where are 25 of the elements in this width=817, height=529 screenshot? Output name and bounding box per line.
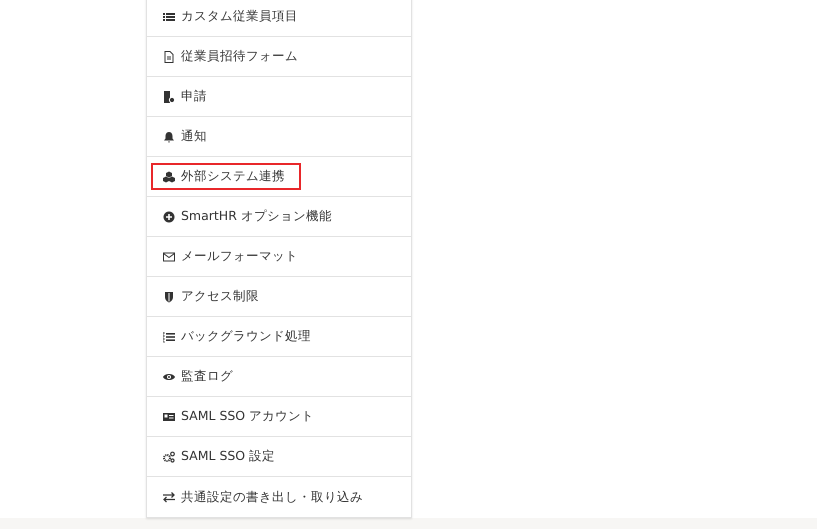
gears-icon bbox=[163, 450, 175, 462]
menu-item[interactable]: SAML SSO 設定 bbox=[151, 443, 292, 470]
arrows-icon bbox=[163, 491, 175, 503]
menu-item[interactable]: メールフォーマット bbox=[151, 243, 314, 270]
menu-item[interactable]: 従業員招待フォーム bbox=[151, 43, 314, 70]
menu-item[interactable]: SmartHR オプション機能 bbox=[151, 203, 348, 230]
bell-icon bbox=[163, 130, 175, 142]
menu-item[interactable]: バックグラウンド処理 bbox=[151, 323, 327, 350]
menu-item[interactable]: 通知 bbox=[151, 123, 223, 150]
menu-item[interactable]: 共通設定の書き出し・取り込み bbox=[151, 484, 379, 510]
checklist-icon bbox=[163, 330, 175, 342]
plus-circle-icon bbox=[163, 210, 175, 222]
list-icon bbox=[163, 10, 175, 22]
document-check-icon bbox=[163, 90, 175, 102]
menu-item[interactable]: 申請 bbox=[151, 83, 223, 110]
menu-item[interactable]: SAML SSO アカウント bbox=[151, 403, 330, 430]
menu-item[interactable]: 監査ログ bbox=[151, 363, 249, 390]
id-card-icon bbox=[163, 410, 175, 422]
menu-item[interactable]: 外部システム連携 bbox=[151, 163, 301, 190]
document-icon bbox=[163, 50, 175, 62]
menu-item[interactable]: カスタム従業員項目 bbox=[151, 3, 314, 30]
cubes-icon bbox=[163, 170, 175, 182]
shield-icon bbox=[163, 290, 175, 302]
menu-item[interactable]: アクセス制限 bbox=[151, 283, 275, 310]
envelope-icon bbox=[163, 250, 175, 262]
